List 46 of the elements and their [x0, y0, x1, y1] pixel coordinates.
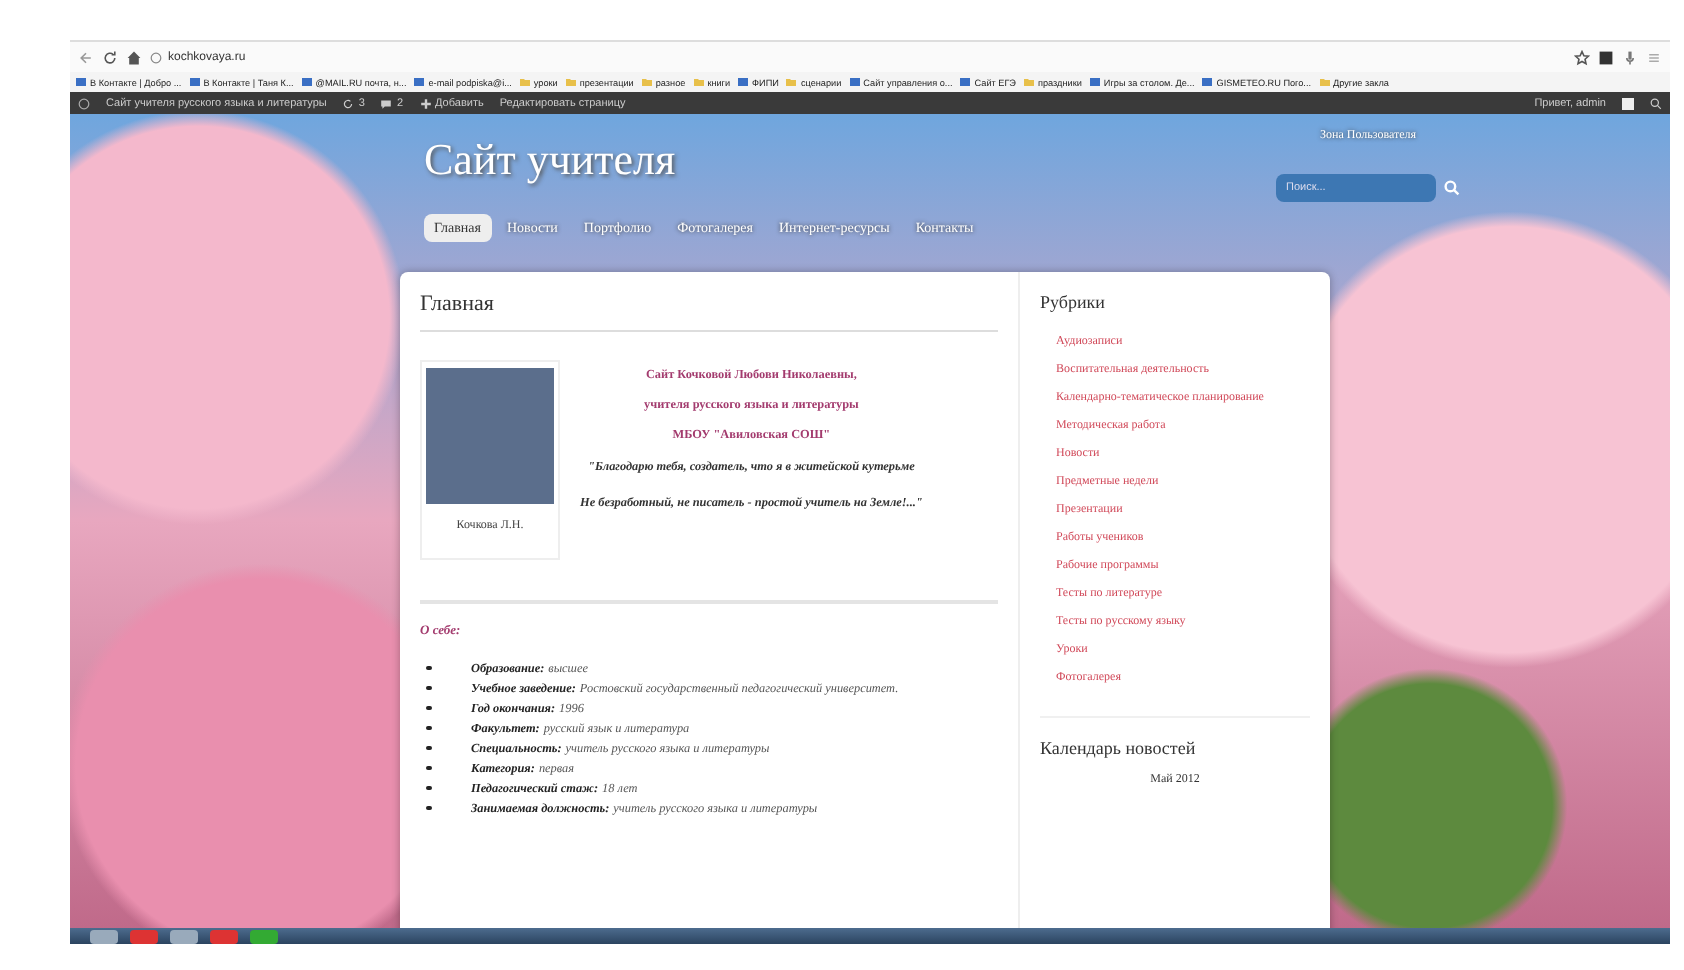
page-title: Главная — [420, 272, 998, 332]
site-icon — [1202, 78, 1213, 86]
bullet-icon — [426, 705, 431, 711]
site-icon — [1089, 78, 1100, 86]
site-icon — [960, 78, 971, 86]
site-icon — [76, 78, 86, 86]
site-icon — [414, 78, 425, 86]
bullet-icon — [426, 725, 431, 731]
folder-icon — [693, 78, 704, 86]
bullet-icon — [426, 665, 431, 671]
folder-icon — [1319, 78, 1330, 86]
menu-icon[interactable] — [1646, 49, 1662, 65]
microphone-icon[interactable] — [1622, 49, 1638, 65]
bullet-icon — [426, 685, 431, 691]
app-icon[interactable] — [250, 929, 278, 943]
folder-icon — [1024, 78, 1034, 86]
site-icon — [189, 78, 200, 86]
folder-icon — [641, 78, 652, 86]
start-button[interactable] — [90, 929, 118, 943]
site-icon — [849, 78, 860, 86]
folder-icon — [565, 78, 576, 86]
avatar-icon — [1622, 97, 1634, 109]
site-title: Сайт учителя — [424, 134, 678, 186]
site-icon — [738, 78, 749, 86]
bullet-icon — [426, 805, 431, 811]
page-icon — [150, 51, 162, 63]
star-icon[interactable] — [1574, 49, 1590, 65]
photo-placeholder — [426, 368, 554, 504]
calendar-heading: Календарь новостей — [1040, 738, 1198, 758]
folder-icon — [519, 78, 530, 86]
bullet-icon — [426, 765, 431, 771]
categories-heading: Рубрики — [1040, 292, 1107, 312]
reload-icon[interactable] — [102, 49, 118, 65]
refresh-icon — [342, 97, 355, 109]
comment-icon — [380, 97, 393, 109]
app-icon[interactable] — [170, 929, 198, 943]
logo-icon[interactable] — [78, 97, 90, 109]
extension-icon[interactable] — [1598, 49, 1614, 65]
bullet-icon — [426, 745, 431, 751]
plus-icon — [419, 97, 432, 109]
folder-icon — [786, 78, 797, 86]
search-icon[interactable] — [1650, 97, 1662, 109]
site-icon — [301, 78, 312, 86]
home-icon[interactable] — [126, 49, 142, 65]
bullet-icon — [426, 785, 431, 791]
back-arrow-icon[interactable] — [78, 49, 94, 65]
